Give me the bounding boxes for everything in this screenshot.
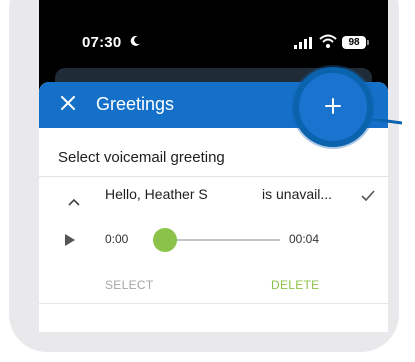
callout-pointer <box>371 116 403 134</box>
select-button[interactable]: SELECT <box>105 278 153 292</box>
seek-thumb[interactable] <box>153 228 177 252</box>
divider <box>39 303 388 304</box>
battery-icon: 98 <box>342 36 366 49</box>
close-icon[interactable] <box>61 96 75 115</box>
moon-icon <box>129 34 141 51</box>
divider <box>39 176 388 177</box>
page-title: Greetings <box>96 94 175 114</box>
delete-button[interactable]: DELETE <box>271 278 319 292</box>
greeting-name[interactable]: Hello, Heather S <box>105 186 208 202</box>
playback-time-start: 0:00 <box>105 232 129 246</box>
wifi-icon <box>319 34 337 53</box>
status-time-text: 07:30 <box>82 34 122 51</box>
section-subheader: Select voicemail greeting <box>58 149 225 166</box>
signal-icon <box>294 36 314 54</box>
playback-time-end: 00:04 <box>289 232 320 246</box>
status-bar: 07:30 98 <box>39 0 388 66</box>
greeting-suffix: is unavail... <box>262 186 333 202</box>
play-icon[interactable] <box>65 233 75 251</box>
status-time: 07:30 <box>82 34 141 51</box>
chevron-up-icon[interactable] <box>68 193 80 211</box>
phone-screen: 07:30 98 Greetings Select voicemail gree… <box>39 0 388 332</box>
check-icon <box>361 188 375 206</box>
battery-tip <box>367 40 369 45</box>
plus-icon[interactable] <box>325 98 341 119</box>
